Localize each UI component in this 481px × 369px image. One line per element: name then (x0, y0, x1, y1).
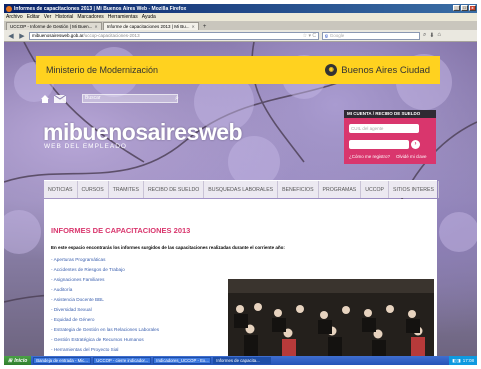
home-icon[interactable]: ⌂ (437, 32, 441, 39)
bookmark-star-icon[interactable]: ☆ ▾ C (303, 33, 318, 39)
reports-list: - Aperturas Programáticas - Accidentes d… (51, 255, 159, 355)
url-bar[interactable]: mibuenosairesweb.gob.ar /uccop-capacitac… (29, 31, 319, 40)
firefox-icon (6, 5, 12, 12)
tab-uccop-informe[interactable]: UCCOP - Informe de Gestión | Mi Buen... … (6, 22, 102, 30)
menu-ayuda[interactable]: Ayuda (142, 14, 156, 20)
content-area: INFORMES DE CAPACITACIONES 2013 En este … (44, 199, 437, 356)
site-search-icon[interactable]: ⌕ (172, 94, 182, 103)
register-link[interactable]: ¿Cómo me registro? (349, 154, 390, 159)
desktop-screen: Informes de capacitaciones 2013 | Mi Bue… (4, 4, 477, 365)
window-title: Informes de capacitaciones 2013 | Mi Bue… (14, 5, 187, 12)
city-seal-icon: ◉ (325, 64, 338, 76)
clock: 17:08 (462, 358, 474, 363)
page-title: INFORMES DE CAPACITACIONES 2013 (51, 226, 191, 235)
search-bar[interactable]: g Google (322, 31, 420, 40)
taskbar-item-outlook[interactable]: Bandeja de entrada - Mic... (33, 357, 92, 364)
taskbar-item-uccop[interactable]: UCCOP - cierre indicador... (93, 357, 152, 364)
report-link[interactable]: - Estrategia de Gestión en las Relacione… (51, 325, 159, 335)
account-panel-title: MI CUENTA / RECIBO DE SUELDO (344, 110, 436, 118)
site-logo[interactable]: mibuenosairesweb (43, 119, 243, 146)
menu-ver[interactable]: Ver (44, 14, 52, 20)
tray-icons[interactable]: ◧◨ (452, 358, 461, 364)
report-link[interactable]: - Asignaciones Familiares (51, 275, 159, 285)
report-link[interactable]: - Herramientas del Proyecto Sial (51, 345, 159, 355)
training-photo (228, 279, 434, 356)
download-icon[interactable]: ⬇ (429, 32, 434, 39)
tab-label: Informe de capacitaciones 2013 | Mi Bu..… (106, 24, 190, 29)
forgot-password-link[interactable]: Olvidé mi clave (396, 154, 427, 159)
minimize-button[interactable]: _ (453, 5, 460, 11)
nav-beneficios[interactable]: BENEFICIOS (278, 181, 319, 198)
magnifier-icon[interactable]: ⌕ (423, 32, 426, 39)
start-label: Inicio (14, 357, 28, 364)
tab-label: UCCOP - Informe de Gestión | Mi Buen... (10, 24, 93, 29)
nav-busquedas-laborales[interactable]: BUSQUEDAS LABORALES (204, 181, 279, 198)
nav-recibo-de-sueldo[interactable]: RECIBO DE SUELDO (144, 181, 205, 198)
taskbar-item-excel[interactable]: Indicadores_UCCOP - Ex... (153, 357, 212, 364)
tab-close-icon[interactable]: ✕ (94, 24, 97, 29)
ministry-label: Ministerio de Modernización (46, 65, 159, 75)
menu-bar: Archivo Editar Ver Historial Marcadores … (4, 13, 477, 21)
password-input[interactable] (349, 140, 409, 149)
start-button[interactable]: ⊞ Inicio (4, 356, 32, 365)
back-icon[interactable]: ◀ (7, 32, 15, 40)
city-label: Buenos Aires Ciudad (341, 64, 430, 76)
forward-icon[interactable]: ▶ (18, 32, 26, 40)
menu-editar[interactable]: Editar (27, 14, 40, 20)
maximize-button[interactable]: □ (461, 5, 468, 11)
report-link[interactable]: - Accidentes de Riesgos de Trabajo (51, 265, 159, 275)
intro-text: En este espacio encontrarás los informes… (51, 245, 285, 250)
nav-tramites[interactable]: TRAMITES (109, 181, 144, 198)
system-tray: ◧◨ 17:08 (449, 356, 477, 365)
report-link[interactable]: - Asistencia Docente BBL (51, 295, 159, 305)
main-navigation: NOTICIAS CURSOS TRAMITES RECIBO DE SUELD… (44, 180, 439, 198)
page-viewport: Ministerio de Modernización ◉ Buenos Air… (4, 42, 477, 356)
taskbar-item-firefox[interactable]: Informes de capacita... (213, 357, 272, 364)
nav-programas[interactable]: PROGRAMAS (319, 181, 362, 198)
site-search-input[interactable]: Buscar (82, 94, 178, 103)
report-link[interactable]: - Diversidad Sexual (51, 305, 159, 315)
home-link-icon[interactable] (40, 94, 50, 104)
report-link[interactable]: - Auditoría (51, 285, 159, 295)
menu-marcadores[interactable]: Marcadores (77, 14, 103, 20)
window-titlebar: Informes de capacitaciones 2013 | Mi Bue… (4, 4, 477, 13)
window-controls: _ □ x (453, 5, 476, 11)
windows-taskbar: ⊞ Inicio Bandeja de entrada - Mic... UCC… (4, 356, 477, 365)
tab-close-icon[interactable]: ✕ (191, 24, 194, 29)
report-link[interactable]: - Gestión Estratégica de Recursos Humano… (51, 335, 159, 345)
tab-informes-capacitaciones[interactable]: Informe de capacitaciones 2013 | Mi Bu..… (102, 22, 199, 30)
navigation-bar: ◀ ▶ mibuenosairesweb.gob.ar /uccop-capac… (4, 30, 477, 42)
login-arrow-icon[interactable]: › (411, 140, 420, 149)
menu-herramientas[interactable]: Herramientas (108, 14, 138, 20)
nav-sitios-interes[interactable]: SITIOS INTERES (389, 181, 439, 198)
report-link[interactable]: - Equidad de Género (51, 315, 159, 325)
report-link[interactable]: - Aperturas Programáticas (51, 255, 159, 265)
url-host: mibuenosairesweb.gob.ar (32, 33, 84, 38)
site-logo-subtitle: WEB DEL EMPLEADO (44, 143, 127, 150)
toolbar-icons: ⌕ ⬇ ⌂ (423, 32, 441, 39)
windows-logo-icon: ⊞ (8, 357, 13, 364)
city-brand[interactable]: ◉ Buenos Aires Ciudad (325, 64, 430, 76)
menu-archivo[interactable]: Archivo (6, 14, 23, 20)
nav-cursos[interactable]: CURSOS (78, 181, 109, 198)
menu-historial[interactable]: Historial (55, 14, 73, 20)
nav-noticias[interactable]: NOTICIAS (44, 181, 78, 198)
url-path: /uccop-capacitaciones-2013 (83, 33, 140, 38)
cuil-input[interactable]: CUIL del agente (349, 124, 419, 133)
search-placeholder: Google (329, 33, 345, 38)
tab-bar: UCCOP - Informe de Gestión | Mi Buen... … (4, 21, 477, 30)
sitemap-icon[interactable] (54, 95, 66, 103)
google-icon: g (325, 33, 328, 38)
nav-uccop[interactable]: UCCOP (361, 181, 390, 198)
close-button[interactable]: x (469, 5, 476, 11)
government-banner: Ministerio de Modernización ◉ Buenos Air… (36, 56, 440, 84)
